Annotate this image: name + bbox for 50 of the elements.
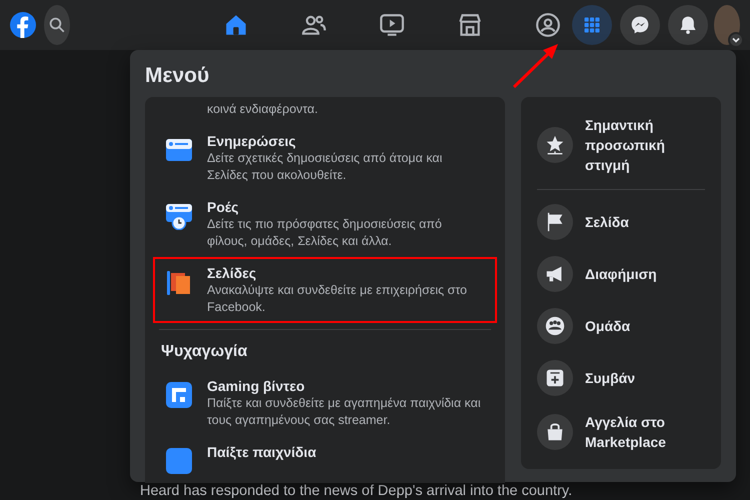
item-title: Ενημερώσεις [207, 132, 297, 150]
create-label[interactable]: Ομάδα [585, 316, 630, 336]
create-button[interactable] [537, 308, 573, 344]
create-button[interactable] [537, 127, 573, 164]
menu-item[interactable]: κοινά ενδιαφέροντα. [153, 97, 497, 126]
search-icon [48, 16, 66, 34]
create-button[interactable] [537, 204, 573, 240]
store-icon [457, 12, 483, 38]
search-button[interactable] [44, 5, 70, 45]
calendar-plus-icon [544, 367, 566, 390]
gaming-icon [165, 381, 193, 410]
item-description: Δείτε σχετικές δημοσιεύσεις από άτομα και Σελίδες που ακολουθείτε. [207, 150, 444, 184]
messenger-icon [630, 15, 650, 35]
menu-item[interactable]: Παίξτε παιχνίδια [153, 436, 497, 482]
messenger-button[interactable] [620, 5, 660, 45]
item-title: Gaming βίντεο [207, 377, 306, 396]
item-description: Δείτε τις πιο πρόσφατες δημοσιεύσεις από φίλους, ομάδες, Σελίδες και άλλα. [207, 216, 443, 250]
create-label[interactable]: Διαφήμιση [585, 264, 657, 284]
item-description: Παίξτε και συνδεθείτε με αγαπημένα παιχνίδια και τους αγαπημένους σας streamer. [207, 395, 482, 430]
item-title: Σελίδες [207, 264, 258, 282]
post-text: Heard has responded to the news of Depp's arrival into the country. [140, 483, 572, 499]
clock-feed-icon [165, 202, 193, 230]
menu-item[interactable]: Ενημερώσεις Δείτε σχετικές δημοσιεύσεις από άτομα και Σελίδες που ακολουθείτε. [153, 125, 497, 192]
notifications-button[interactable] [668, 5, 708, 45]
star-icon [544, 134, 566, 156]
people-circle-icon [535, 12, 561, 38]
create-button[interactable] [537, 414, 573, 450]
menu-button[interactable] [572, 5, 612, 45]
menu-item[interactable]: Ροές Δείτε τις πιο πρόσφατες δημοσιεύσεις από φίλους, ομάδες, Σελίδες και άλλα. [153, 191, 497, 258]
create-button[interactable] [537, 256, 573, 292]
menu-item[interactable]: Σελίδες Ανακαλύψτε και συνδεθείτε με επιχειρήσεις στο Facebook. [153, 257, 497, 324]
create-label[interactable]: Αγγελία στο Marketplace [585, 412, 705, 452]
menu-title: Μενού [145, 63, 210, 89]
create-label[interactable]: Σημαντική προσωπική στιγμή [585, 115, 705, 176]
create-label[interactable]: Συμβάν [585, 368, 636, 388]
bell-icon [678, 15, 698, 35]
item-title: Παίξτε παιχνίδια [207, 443, 316, 462]
caret-icon[interactable] [728, 32, 744, 48]
menu-grid-icon [582, 15, 602, 35]
video-icon [379, 12, 405, 38]
group-icon [544, 315, 566, 338]
annotation-arrow [512, 44, 558, 88]
menu-item[interactable]: Gaming βίντεο Παίξτε και συνδεθείτε με αγαπημένα παιχνίδια και τους αγαπημένους σας streamer. [153, 370, 497, 436]
item-title: Ροές [207, 198, 240, 216]
create-button[interactable] [537, 360, 573, 396]
flag-pages-icon [165, 268, 193, 296]
item-description: Ανακαλύψτε και συνδεθείτε με επιχειρήσεις στο Facebook. [207, 282, 468, 316]
item-description: κοινά ενδιαφέροντα. [207, 101, 318, 118]
create-label[interactable]: Σελίδα [585, 212, 629, 232]
section-heading: Ψυχαγωγία [160, 342, 248, 362]
